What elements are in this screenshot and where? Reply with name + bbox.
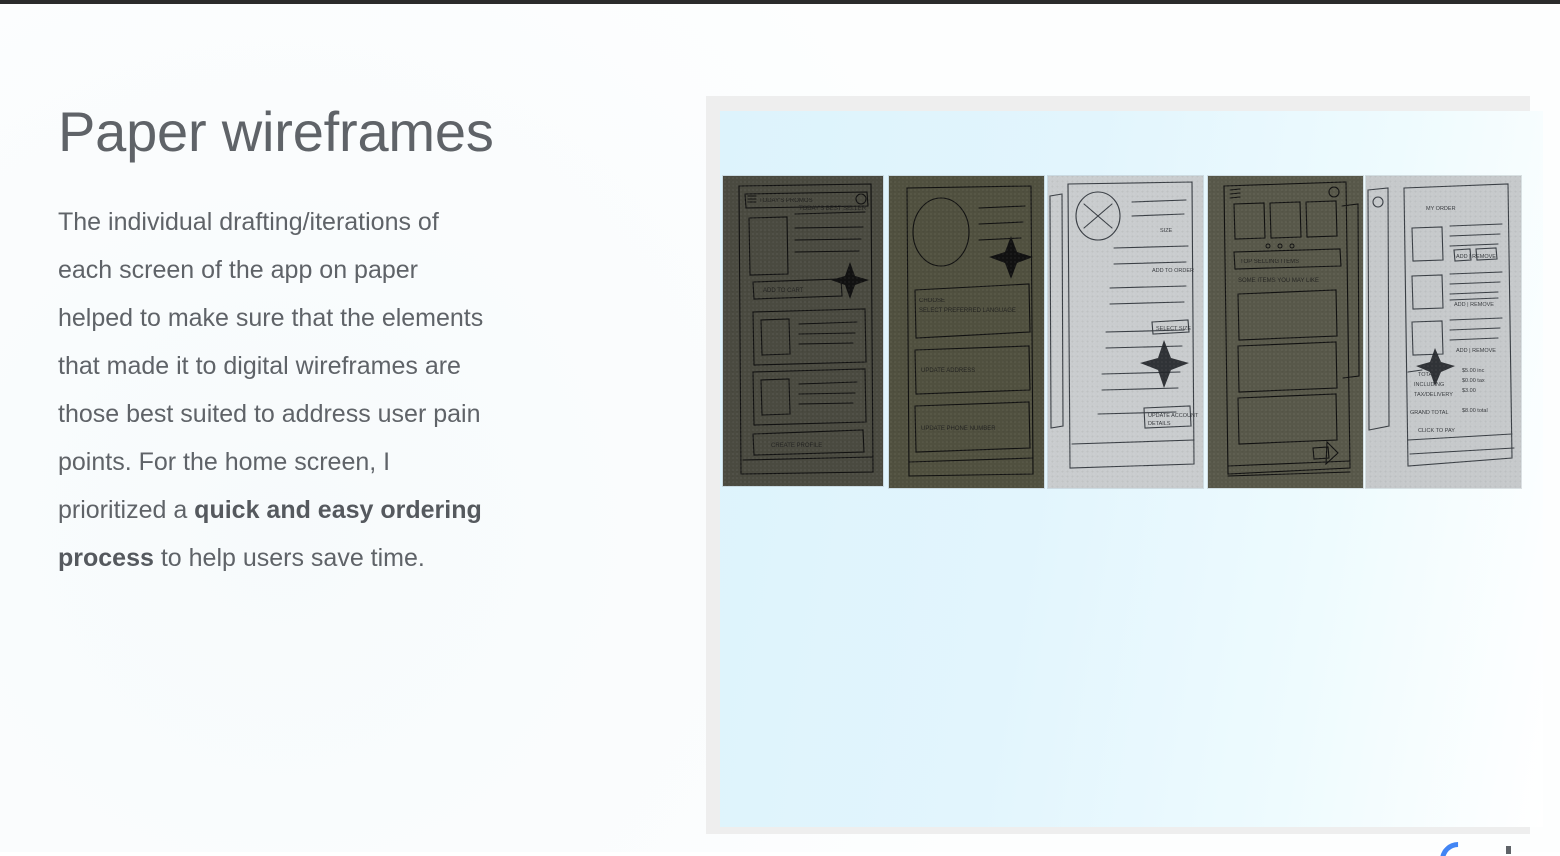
svg-text:$3.00: $3.00 [1462, 388, 1476, 394]
svg-text:SELECT PREFERRED LANGUAGE: SELECT PREFERRED LANGUAGE [919, 308, 1016, 314]
svg-text:$5.00 inc: $5.00 inc [1462, 368, 1485, 374]
body-text-before: The individual drafting/iterations of ea… [58, 208, 484, 525]
svg-text:TAX/DELIVERY: TAX/DELIVERY [1414, 392, 1453, 398]
google-logo [1440, 842, 1550, 856]
svg-text:MY ORDER: MY ORDER [1426, 206, 1456, 212]
slide-canvas: Paper wireframes The individual drafting… [0, 4, 1560, 856]
svg-text:CREATE PROFILE: CREATE PROFILE [771, 443, 822, 449]
svg-text:ADD | REMOVE: ADD | REMOVE [1456, 254, 1496, 260]
wireframe-photo-1[interactable]: TODAY'S PROMOS TODAY'S BEST SELLER ADD T… [723, 176, 883, 486]
paper-wireframe-photo-strip: TODAY'S PROMOS TODAY'S BEST SELLER ADD T… [723, 176, 1523, 491]
text-column: Paper wireframes The individual drafting… [58, 100, 528, 582]
svg-text:ADD TO ORDER: ADD TO ORDER [1152, 268, 1194, 274]
svg-text:CHOOSE: CHOOSE [919, 298, 945, 304]
svg-text:CLICK TO PAY: CLICK TO PAY [1418, 428, 1455, 434]
svg-text:TODAY'S BEST SELLER: TODAY'S BEST SELLER [799, 206, 867, 212]
wireframe-sketch-3: SIZE ADD TO ORDER SELECT SIZE UPDATE ACC… [1049, 181, 1199, 469]
wireframe-photo-4[interactable]: TOP SELLING ITEMS SOME ITEMS YOU MAY LIK… [1208, 176, 1363, 488]
svg-text:DETAILS: DETAILS [1148, 421, 1171, 427]
google-g-icon [1440, 842, 1484, 856]
page-title: Paper wireframes [58, 100, 494, 163]
svg-text:INCLUDING: INCLUDING [1414, 382, 1444, 388]
svg-text:SIZE: SIZE [1160, 228, 1173, 234]
wireframe-photo-3[interactable]: SIZE ADD TO ORDER SELECT SIZE UPDATE ACC… [1048, 176, 1203, 488]
svg-text:SOME ITEMS YOU MAY LIKE: SOME ITEMS YOU MAY LIKE [1238, 278, 1319, 284]
svg-text:ADD TO CART: ADD TO CART [763, 288, 804, 294]
body-text-after: to help users save time. [153, 544, 425, 573]
svg-text:ADD | REMOVE: ADD | REMOVE [1456, 348, 1496, 354]
svg-text:SELECT SIZE: SELECT SIZE [1156, 326, 1191, 332]
svg-text:UPDATE ADDRESS: UPDATE ADDRESS [921, 368, 975, 374]
body-paragraph: The individual drafting/iterations of ea… [58, 198, 488, 582]
wireframe-photo-5[interactable]: MY ORDER ADD | REMOVE ADD | REMOVE ADD |… [1366, 176, 1521, 488]
svg-text:TOP SELLING ITEMS: TOP SELLING ITEMS [1240, 259, 1299, 265]
svg-text:GRAND TOTAL: GRAND TOTAL [1410, 410, 1449, 416]
wireframe-sketch-5: MY ORDER ADD | REMOVE ADD | REMOVE ADD |… [1367, 183, 1515, 467]
svg-text:UPDATE PHONE NUMBER: UPDATE PHONE NUMBER [921, 426, 996, 432]
svg-text:$0.00 tax: $0.00 tax [1462, 378, 1485, 384]
svg-text:ADD | REMOVE: ADD | REMOVE [1454, 302, 1494, 308]
google-letter-mark [1506, 846, 1511, 854]
wireframe-sketch-2: CHOOSE SELECT PREFERRED LANGUAGE UPDATE … [906, 185, 1034, 477]
wireframe-sketch-1: TODAY'S PROMOS TODAY'S BEST SELLER ADD T… [738, 183, 874, 475]
svg-text:TODAY'S PROMOS: TODAY'S PROMOS [759, 198, 813, 204]
svg-text:TOTAL: TOTAL [1418, 372, 1435, 378]
svg-text:UPDATE ACCOUNT: UPDATE ACCOUNT [1148, 413, 1199, 419]
wireframe-photo-2[interactable]: CHOOSE SELECT PREFERRED LANGUAGE UPDATE … [889, 176, 1044, 488]
wireframe-sketch-4: TOP SELLING ITEMS SOME ITEMS YOU MAY LIK… [1223, 181, 1360, 477]
svg-text:$8.00 total: $8.00 total [1462, 408, 1488, 414]
